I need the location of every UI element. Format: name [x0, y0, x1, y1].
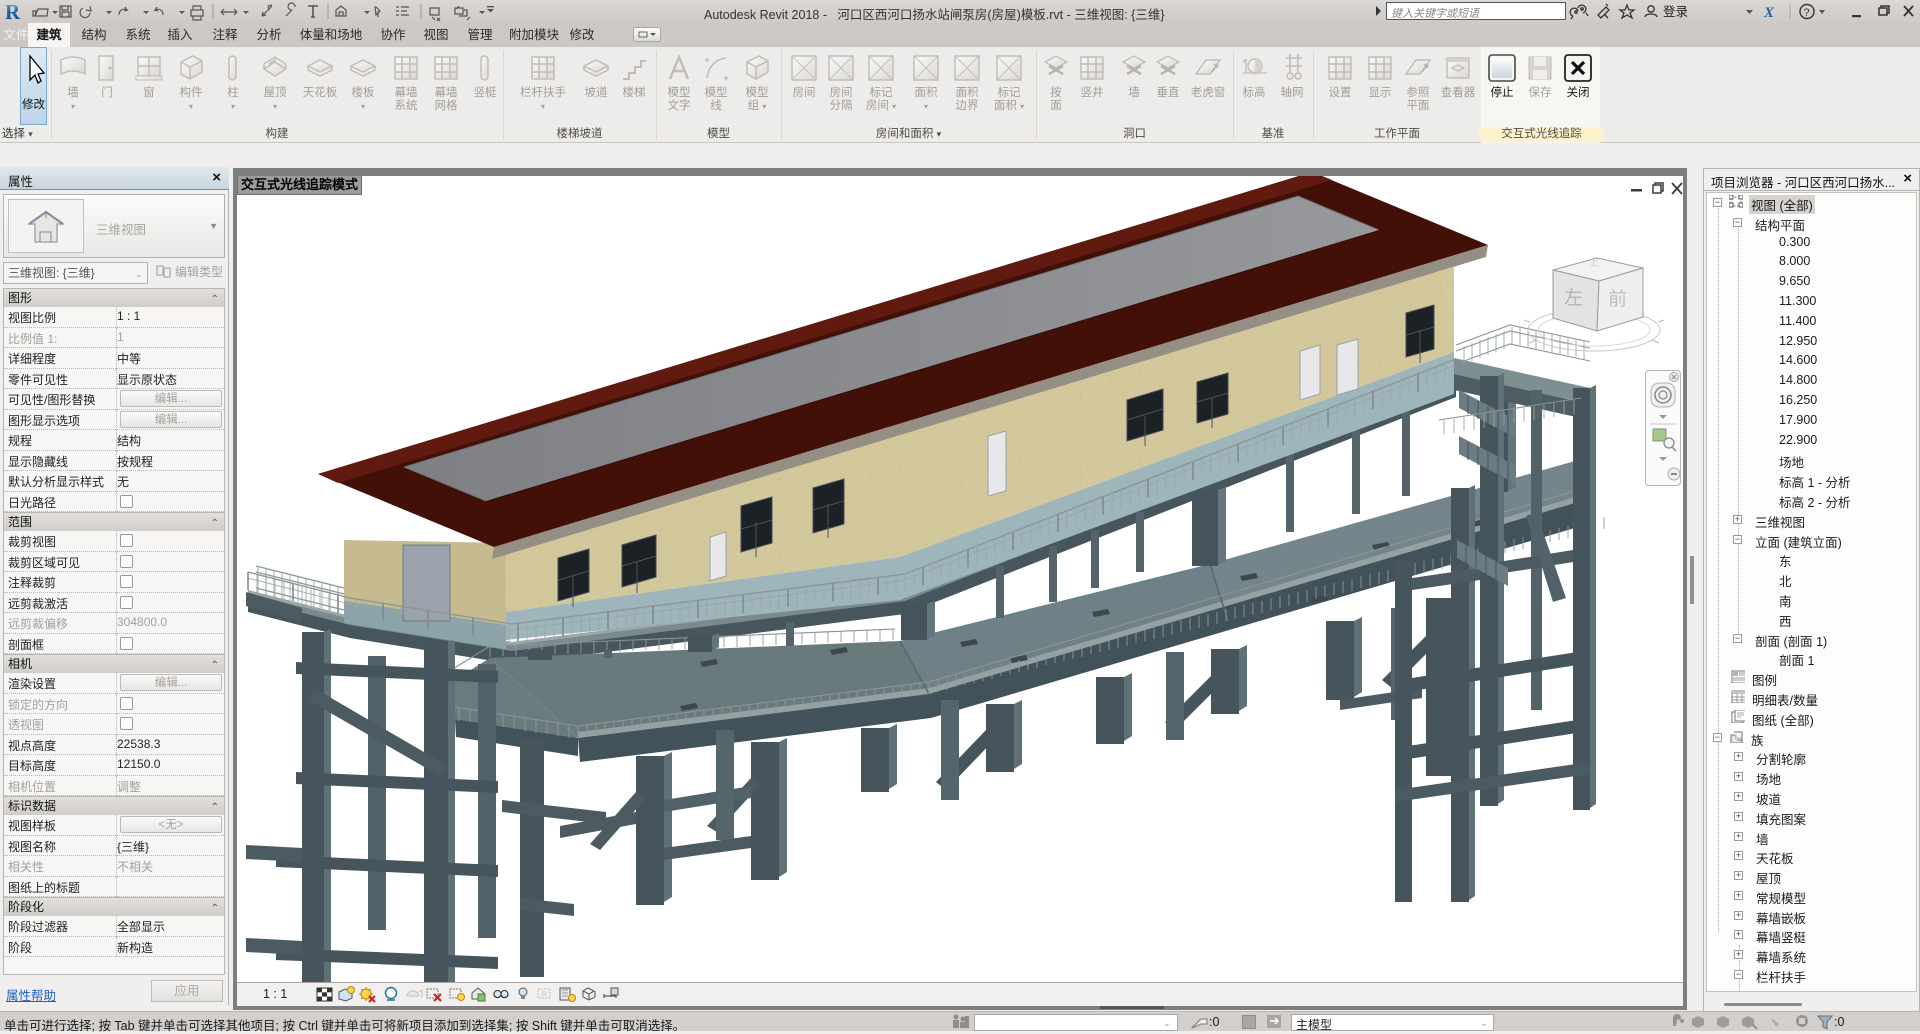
svg-text:R: R — [5, 0, 21, 23]
svg-text:前: 前 — [1608, 288, 1627, 310]
svg-text:上: 上 — [1589, 257, 1599, 269]
svg-text:登录: 登录 — [1663, 4, 1688, 19]
svg-text:X: X — [1763, 5, 1775, 21]
svg-text:?: ? — [1804, 7, 1810, 19]
svg-text::0: :0 — [1834, 1015, 1844, 1029]
svg-text:左: 左 — [1564, 287, 1583, 309]
